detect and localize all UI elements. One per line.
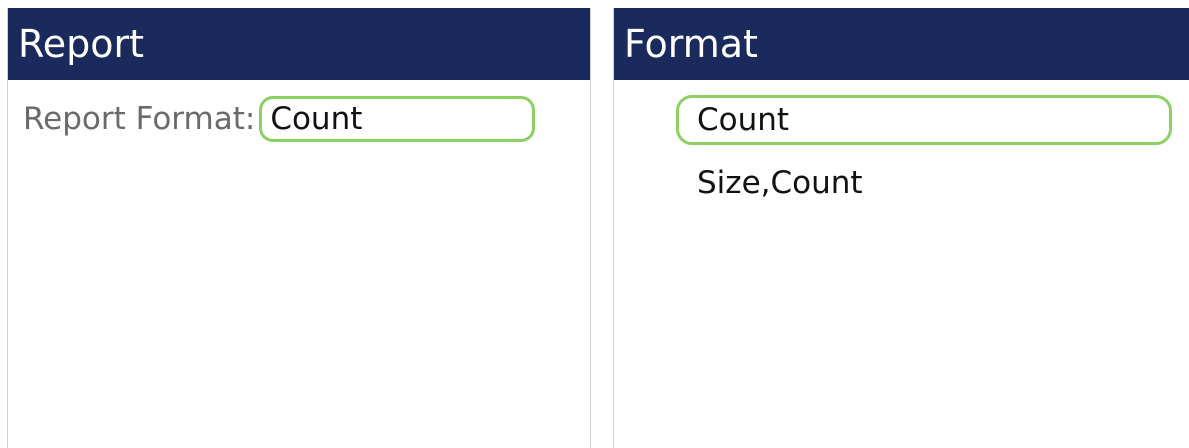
report-panel: Report Report Format: Count <box>7 8 591 448</box>
report-panel-title: Report <box>8 8 590 80</box>
format-option-count[interactable]: Count <box>676 95 1172 145</box>
format-panel: Format Count Size,Count <box>613 8 1189 448</box>
format-option-size-count[interactable]: Size,Count <box>676 155 1172 205</box>
format-option-list: Count Size,Count <box>676 95 1172 215</box>
report-format-row: Report Format: Count <box>23 94 536 144</box>
format-panel-title: Format <box>614 8 1189 80</box>
report-format-field[interactable]: Count <box>259 96 536 142</box>
report-format-label: Report Format: <box>23 101 256 137</box>
